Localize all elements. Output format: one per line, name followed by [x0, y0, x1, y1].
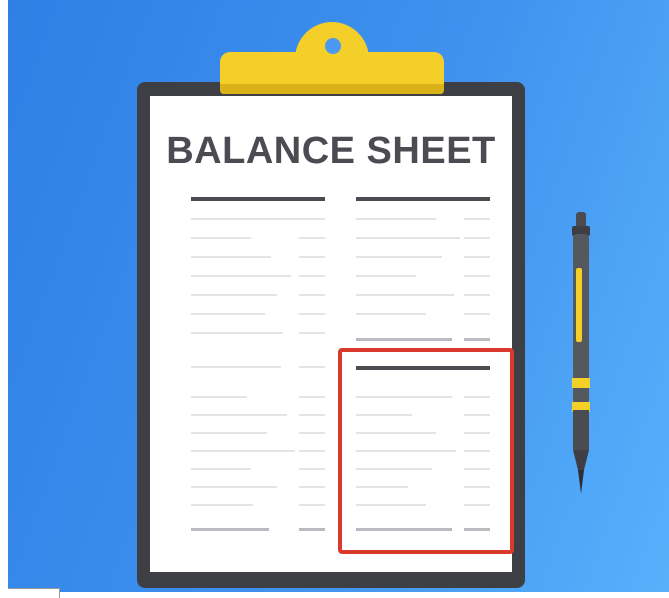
corner-label	[8, 588, 60, 598]
clipboard-clip-shadow	[220, 84, 444, 94]
pen-icon	[572, 212, 590, 494]
sheet-row-line	[191, 313, 265, 315]
sheet-row-line	[191, 294, 277, 296]
sheet-row-line	[191, 237, 251, 239]
sheet-value-line	[299, 237, 325, 239]
sheet-value-line	[299, 275, 325, 277]
sheet-value-line	[299, 414, 325, 416]
sheet-row-line	[191, 366, 281, 368]
sheet-total-line	[299, 528, 325, 531]
sheet-value-line	[299, 450, 325, 452]
sheet-value-line	[464, 237, 490, 239]
sheet-value-line	[299, 294, 325, 296]
sheet-value-line	[299, 332, 325, 334]
sheet-title: BALANCE SHEET	[166, 130, 496, 172]
sheet-value-line	[299, 366, 325, 368]
sheet-row-line	[191, 256, 271, 258]
sheet-row-line	[191, 450, 295, 452]
column-header-rule	[356, 197, 490, 201]
sheet-value-line	[299, 432, 325, 434]
sheet-row-line	[191, 275, 291, 277]
sheet-value-line	[464, 313, 490, 315]
sheet-row-line	[191, 468, 251, 470]
sheet-value-line	[299, 396, 325, 398]
sheet-value-line	[299, 486, 325, 488]
sheet-row-line	[356, 294, 454, 296]
clipboard-clip-hole	[325, 38, 341, 54]
column-header-rule	[191, 197, 325, 201]
sheet-row-line	[191, 486, 277, 488]
sheet-value-line	[464, 256, 490, 258]
sheet-row-line	[191, 504, 253, 506]
sheet-value-line	[299, 313, 325, 315]
sheet-total-line	[356, 338, 452, 341]
sheet-row-line	[356, 218, 436, 220]
sheet-row-line	[191, 432, 267, 434]
highlight-box	[338, 348, 514, 554]
sheet-row-line	[191, 396, 247, 398]
sheet-value-line	[299, 504, 325, 506]
illustration-canvas: BALANCE SHEET	[8, 0, 669, 592]
sheet-value-line	[299, 218, 325, 220]
sheet-row-line	[356, 256, 442, 258]
sheet-value-line	[464, 218, 490, 220]
sheet-total-line	[464, 338, 490, 341]
sheet-value-line	[299, 256, 325, 258]
sheet-row-line	[191, 218, 301, 220]
sheet-row-line	[356, 237, 460, 239]
sheet-row-line	[191, 414, 287, 416]
sheet-value-line	[299, 468, 325, 470]
sheet-row-line	[191, 332, 283, 334]
sheet-row-line	[356, 275, 416, 277]
sheet-value-line	[464, 294, 490, 296]
sheet-total-line	[191, 528, 269, 531]
sheet-value-line	[464, 275, 490, 277]
sheet-row-line	[356, 313, 426, 315]
